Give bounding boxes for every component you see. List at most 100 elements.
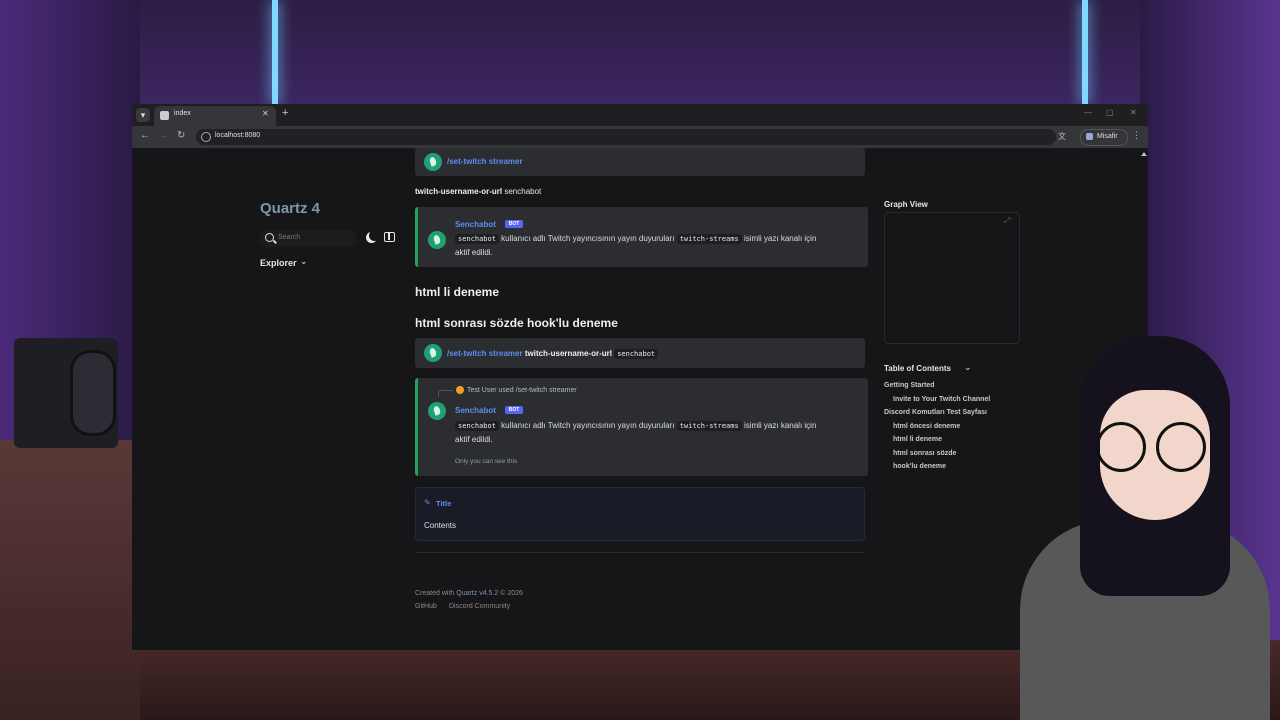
inline-code: senchabot — [455, 234, 499, 244]
callout-box: ✎ Title Contents — [415, 487, 865, 541]
maximize-icon[interactable]: ▢ — [1106, 108, 1114, 117]
param-line: twitch-username-or-url senchabot — [415, 187, 541, 196]
bot-avatar — [424, 344, 442, 362]
bot-message-text: senchabot kullanıcı adlı Twitch yayıncıs… — [455, 419, 845, 446]
minimize-icon[interactable]: — — [1084, 108, 1092, 117]
browser-window: ▾ index ✕ + — ▢ ✕ ← → ↻ localhost:8080 文… — [132, 104, 1148, 650]
new-tab-button[interactable]: + — [282, 107, 288, 119]
tab-close-icon[interactable]: ✕ — [262, 109, 269, 118]
quartz-link[interactable]: Quartz v4.5.2 — [456, 590, 498, 597]
message-text: aktif edildi. — [455, 248, 493, 257]
speaker-image — [14, 338, 118, 448]
footer-link-github[interactable]: GitHub — [415, 603, 437, 610]
chevron-down-icon[interactable]: ⌄ — [964, 362, 972, 373]
profile-icon — [1086, 133, 1093, 140]
bot-author: Senchabot — [455, 220, 496, 229]
neon-light-right — [1082, 0, 1088, 104]
address-bar[interactable]: localhost:8080 — [196, 129, 1056, 145]
footer-year: © 2026 — [500, 590, 523, 597]
bot-author: Senchabot — [455, 406, 496, 415]
page-viewport[interactable]: Quartz 4 Search Explorer ⌄ /set-twitch s… — [132, 148, 1148, 650]
bot-message-text: senchabot kullanıcı adlı Twitch yayıncıs… — [455, 232, 845, 259]
message-text: isimli yazı kanalı için — [743, 421, 817, 430]
page-favicon-icon — [160, 111, 169, 120]
reload-icon[interactable]: ↻ — [177, 130, 185, 141]
toc-item[interactable]: Getting Started — [884, 382, 935, 389]
search-placeholder: Search — [278, 234, 301, 241]
footer-credit: Created with Quartz v4.5.2 © 2026 — [415, 590, 523, 597]
inline-code: senchabot — [455, 421, 499, 431]
bot-avatar — [424, 153, 442, 171]
search-input[interactable]: Search — [260, 230, 356, 247]
heading-html-sonrasi: html sonrası sözde hook'lu deneme — [415, 316, 618, 330]
chevron-down-icon[interactable]: ⌄ — [300, 256, 308, 267]
explorer-toggle[interactable]: Explorer — [260, 258, 297, 268]
footer-prefix: Created with — [415, 590, 455, 597]
dark-mode-toggle-icon[interactable] — [366, 232, 377, 243]
toc-item[interactable]: hook'lu deneme — [893, 463, 946, 470]
tab-index[interactable]: index ✕ — [154, 106, 276, 126]
reply-connector — [438, 390, 453, 397]
command-card-top: /set-twitch streamer — [415, 148, 865, 176]
bot-badge: BOT — [505, 406, 523, 414]
command-link[interactable]: /set-twitch streamer — [447, 157, 523, 166]
back-icon[interactable]: ← — [140, 130, 150, 141]
neon-light-left — [272, 0, 278, 104]
pencil-icon: ✎ — [424, 498, 431, 507]
message-text: aktif edildi. — [455, 435, 493, 444]
bot-reply-card: Test User used /set-twitch streamer Senc… — [415, 378, 868, 476]
message-text: kullanıcı adlı Twitch yayıncısının yayın… — [501, 421, 675, 430]
profile-label: Misafir — [1097, 133, 1118, 140]
toc-item[interactable]: html öncesi deneme — [893, 423, 960, 430]
bot-avatar — [428, 231, 446, 249]
bot-badge: BOT — [505, 220, 523, 228]
toc-item[interactable]: html li deneme — [893, 436, 942, 443]
callout-title: Title — [436, 499, 452, 508]
param-name: twitch-username-or-url — [524, 349, 612, 358]
graph-view-title: Graph View — [884, 200, 928, 209]
ephemeral-note: Only you can see this — [455, 458, 518, 465]
bot-avatar — [428, 402, 446, 420]
scroll-up-arrow[interactable] — [1140, 150, 1147, 170]
heading-html-li: html li deneme — [415, 285, 500, 299]
window-close-icon[interactable]: ✕ — [1130, 108, 1137, 117]
reader-mode-icon[interactable] — [384, 232, 395, 242]
inline-code: twitch-streams — [676, 234, 742, 244]
footer-divider — [415, 552, 865, 553]
url-text[interactable]: localhost:8080 — [215, 132, 260, 139]
bot-message-card: Senchabot BOT senchabot kullanıcı adlı T… — [415, 207, 868, 267]
reply-text: Test User used /set-twitch streamer — [467, 387, 577, 394]
toc-item[interactable]: Invite to Your Twitch Channel — [893, 396, 990, 403]
browser-menu-icon[interactable]: ⋮ — [1132, 130, 1141, 141]
inline-code: senchabot — [614, 349, 659, 359]
site-info-icon[interactable] — [201, 132, 211, 142]
user-avatar — [456, 386, 464, 394]
param-name: twitch-username-or-url — [415, 187, 503, 196]
toc-item[interactable]: html sonrası sözde — [893, 450, 956, 457]
tab-strip: ▾ index ✕ + — ▢ ✕ — [132, 104, 1148, 126]
toc-title[interactable]: Table of Contents — [884, 364, 951, 373]
command-link[interactable]: /set-twitch streamer — [447, 349, 523, 358]
param-value: senchabot — [504, 187, 542, 196]
footer-link-discord[interactable]: Discord Community — [449, 603, 510, 610]
toc-item[interactable]: Discord Komutları Test Sayfası — [884, 409, 987, 416]
graph-view[interactable] — [884, 212, 1020, 344]
room-background — [0, 0, 1280, 104]
translate-icon[interactable]: 文 — [1058, 131, 1066, 142]
vtuber-character-image — [1010, 330, 1270, 720]
command-line: /set-twitch streamer twitch-username-or-… — [447, 349, 659, 359]
search-icon — [265, 233, 274, 242]
callout-body: Contents — [424, 521, 457, 530]
forward-icon[interactable]: → — [158, 130, 168, 141]
message-text: isimli yazı kanalı için — [743, 234, 817, 243]
site-title[interactable]: Quartz 4 — [260, 200, 320, 217]
tab-title: index — [174, 110, 191, 117]
desk-left — [0, 440, 140, 720]
message-text: kullanıcı adlı Twitch yayıncısının yayın… — [501, 234, 675, 243]
profile-button[interactable]: Misafir — [1080, 129, 1128, 146]
tab-search-button[interactable]: ▾ — [136, 108, 150, 122]
expand-graph-icon[interactable]: ⤢ — [1004, 216, 1010, 226]
browser-toolbar: ← → ↻ localhost:8080 文 Misafir ⋮ — [132, 126, 1148, 148]
command-card: /set-twitch streamer twitch-username-or-… — [415, 338, 865, 368]
inline-code: twitch-streams — [676, 421, 742, 431]
